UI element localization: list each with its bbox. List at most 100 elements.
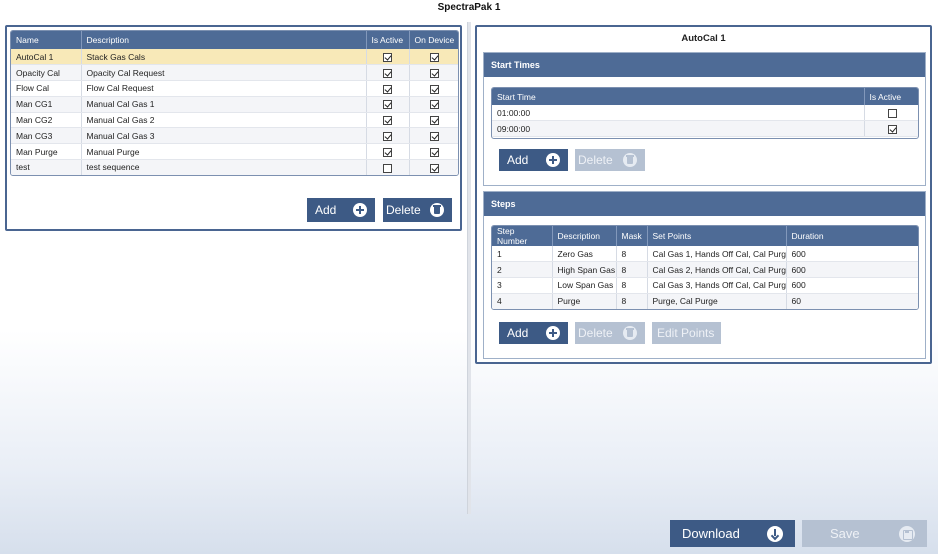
delete-sequence-label: Delete <box>386 203 421 217</box>
edit-points-label: Edit Points <box>657 326 715 340</box>
on-device-checkbox[interactable] <box>430 52 440 62</box>
column-header-start-time[interactable]: Start Time <box>492 88 865 105</box>
edit-points-button[interactable]: Edit Points <box>652 322 721 344</box>
column-header-is-active[interactable]: Is Active <box>366 31 410 49</box>
is-active-checkbox[interactable] <box>383 116 392 126</box>
column-header-set-points[interactable]: Set Points <box>647 226 787 246</box>
step-number: 4 <box>492 293 553 309</box>
is-active-checkbox[interactable] <box>383 132 392 141</box>
plus-icon <box>546 153 560 167</box>
on-device-checkbox[interactable] <box>430 147 440 157</box>
column-header-start-is-active[interactable]: Is Active <box>864 88 918 105</box>
step-row[interactable]: 4 Purge 8 Purge, Cal Purge 60 <box>492 293 918 309</box>
sequence-description: Manual Cal Gas 3 <box>81 127 367 145</box>
column-header-step-number[interactable]: Step Number <box>492 226 553 246</box>
trash-icon <box>623 153 637 167</box>
sequence-row[interactable]: Man CG3 Manual Cal Gas 3 <box>11 127 458 145</box>
add-sequence-label: Add <box>315 203 337 217</box>
start-time-value: 01:00:00 <box>492 105 865 122</box>
on-device-checkbox[interactable] <box>430 68 440 78</box>
sequence-row[interactable]: Man Purge Manual Purge <box>11 143 458 161</box>
is-active-checkbox[interactable] <box>383 52 392 62</box>
on-device-cell <box>409 80 458 97</box>
download-label: Download <box>682 526 740 541</box>
column-header-mask[interactable]: Mask <box>616 226 648 246</box>
step-duration: 60 <box>786 293 918 309</box>
add-step-label: Add <box>507 326 529 340</box>
step-duration: 600 <box>786 246 918 263</box>
on-device-checkbox[interactable] <box>430 84 440 94</box>
step-mask: 8 <box>616 246 648 263</box>
start-time-value: 09:00:00 <box>492 120 865 138</box>
step-set-points: Cal Gas 2, Hands Off Cal, Cal Purge <box>647 261 787 279</box>
is-active-cell <box>366 143 410 161</box>
start-time-row[interactable]: 09:00:00 <box>492 120 918 138</box>
column-header-on-device[interactable]: On Device <box>409 31 458 49</box>
is-active-checkbox[interactable] <box>383 147 392 157</box>
is-active-checkbox[interactable] <box>383 68 392 78</box>
start-time-row[interactable]: 01:00:00 <box>492 105 918 122</box>
sequence-name: Flow Cal <box>11 80 82 97</box>
on-device-checkbox[interactable] <box>430 163 440 173</box>
sequence-row[interactable]: test test sequence <box>11 159 458 175</box>
sequence-row[interactable]: Flow Cal Flow Cal Request <box>11 80 458 97</box>
add-step-button[interactable]: Add <box>499 322 568 344</box>
step-description: Purge <box>552 293 617 309</box>
is-active-cell <box>366 80 410 97</box>
sequence-list-panel: Name Description Is Active On Device Aut… <box>5 25 462 231</box>
column-header-duration[interactable]: Duration <box>786 226 918 246</box>
is-active-checkbox[interactable] <box>383 84 392 94</box>
delete-start-time-label: Delete <box>578 153 613 167</box>
on-device-cell <box>409 49 458 66</box>
delete-start-time-button[interactable]: Delete <box>575 149 645 171</box>
download-button[interactable]: Download <box>670 520 795 547</box>
step-set-points: Cal Gas 1, Hands Off Cal, Cal Purge <box>647 246 787 263</box>
start-time-active-checkbox[interactable] <box>887 124 897 134</box>
save-label: Save <box>830 526 860 541</box>
sequence-name: Man CG2 <box>11 112 82 129</box>
on-device-cell <box>409 96 458 113</box>
steps-section: Steps Step Number Description Mask Set P… <box>483 191 926 359</box>
sequence-description: Manual Cal Gas 2 <box>81 112 367 129</box>
sequence-row[interactable]: Opacity Cal Opacity Cal Request <box>11 64 458 82</box>
step-row[interactable]: 2 High Span Gas 8 Cal Gas 2, Hands Off Cal,… <box>492 261 918 279</box>
sequence-grid-header: Name Description Is Active On Device <box>11 31 458 49</box>
sequence-name: test <box>11 159 82 175</box>
delete-step-button[interactable]: Delete <box>575 322 645 344</box>
steps-header: Steps <box>484 192 925 216</box>
column-header-description[interactable]: Description <box>81 31 367 49</box>
on-device-cell <box>409 112 458 129</box>
step-row[interactable]: 1 Zero Gas 8 Cal Gas 1, Hands Off Cal, Cal … <box>492 246 918 263</box>
panel-splitter[interactable] <box>467 22 471 514</box>
sequence-description: test sequence <box>81 159 367 175</box>
window-title: SpectraPak 1 <box>437 2 501 13</box>
is-active-checkbox[interactable] <box>383 100 392 110</box>
step-number: 3 <box>492 277 553 294</box>
is-active-checkbox[interactable] <box>383 163 392 173</box>
add-start-time-button[interactable]: Add <box>499 149 568 171</box>
step-row[interactable]: 3 Low Span Gas 8 Cal Gas 3, Hands Off Cal, … <box>492 277 918 294</box>
download-icon <box>767 526 783 542</box>
start-times-header: Start Times <box>484 53 925 77</box>
sequence-grid: Name Description Is Active On Device Aut… <box>10 30 459 176</box>
is-active-cell <box>366 112 410 129</box>
sequence-row[interactable]: Man CG2 Manual Cal Gas 2 <box>11 112 458 129</box>
step-duration: 600 <box>786 277 918 294</box>
on-device-checkbox[interactable] <box>430 100 440 110</box>
on-device-checkbox[interactable] <box>430 132 440 141</box>
delete-sequence-button[interactable]: Delete <box>383 198 452 222</box>
sequence-row[interactable]: AutoCal 1 Stack Gas Cals <box>11 49 458 66</box>
on-device-cell <box>409 159 458 175</box>
sequence-description: Manual Purge <box>81 143 367 161</box>
start-time-active-checkbox[interactable] <box>887 108 897 118</box>
start-times-grid: Start Time Is Active 01:00:00 09:00:00 <box>491 87 919 139</box>
trash-icon <box>623 326 637 340</box>
save-button[interactable]: Save <box>802 520 927 547</box>
sequence-row[interactable]: Man CG1 Manual Cal Gas 1 <box>11 96 458 113</box>
column-header-name[interactable]: Name <box>11 31 82 49</box>
add-sequence-button[interactable]: Add <box>307 198 375 222</box>
column-header-step-description[interactable]: Description <box>552 226 617 246</box>
step-description: High Span Gas <box>552 261 617 279</box>
start-times-section: Start Times Start Time Is Active 01:00:0… <box>483 52 926 186</box>
on-device-checkbox[interactable] <box>430 116 440 126</box>
